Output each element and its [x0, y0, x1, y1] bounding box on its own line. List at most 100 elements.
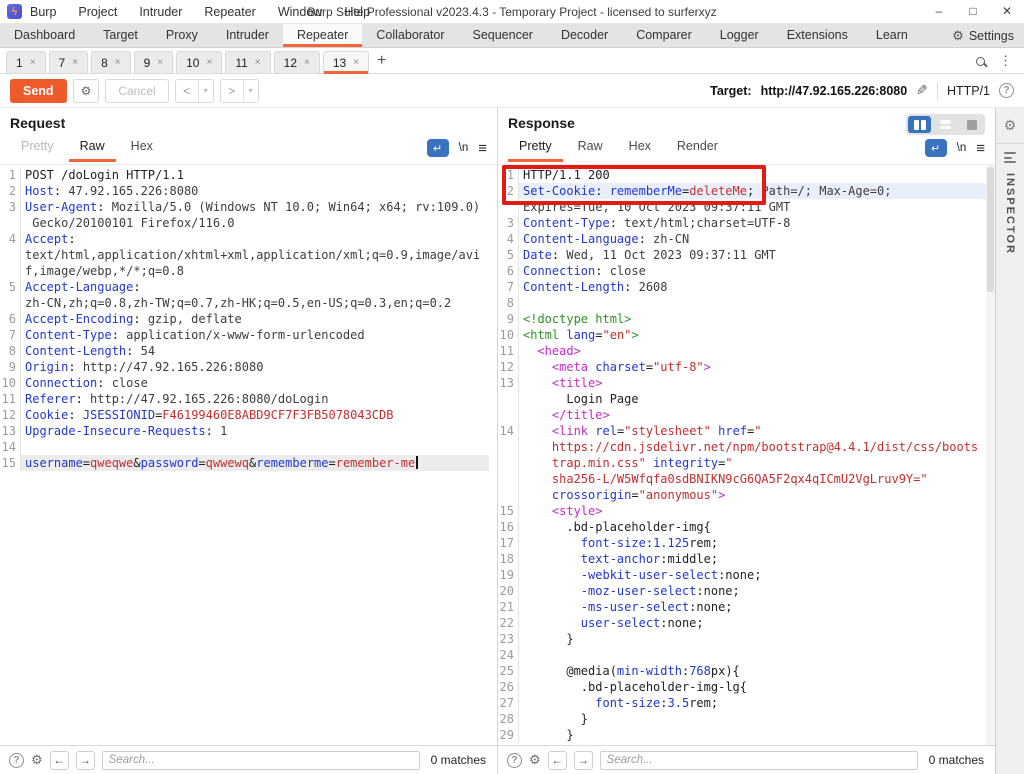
line-number: 13 [498, 375, 519, 391]
next-match-button[interactable]: → [76, 751, 95, 770]
line-number: 18 [498, 551, 519, 567]
gear-icon[interactable]: ⚙ [1004, 117, 1017, 134]
session-bar-actions: ⋮ [976, 53, 1024, 73]
line-number [498, 391, 519, 407]
nav-tab-collaborator[interactable]: Collaborator [362, 24, 458, 47]
word-wrap-toggle[interactable]: ↵ [427, 139, 449, 157]
nav-tab-proxy[interactable]: Proxy [152, 24, 212, 47]
help-icon[interactable]: ? [507, 753, 522, 768]
repeater-tab-12[interactable]: 12 × [274, 51, 320, 73]
close-tab-icon[interactable]: × [304, 57, 310, 68]
nav-tab-comparer[interactable]: Comparer [622, 24, 706, 47]
response-editor[interactable]: 1HTTP/1.1 2002Set-Cookie: rememberMe=del… [498, 165, 995, 745]
nav-tab-target[interactable]: Target [89, 24, 152, 47]
close-tab-icon[interactable]: × [30, 57, 36, 68]
add-tab-button[interactable]: + [377, 51, 386, 71]
close-button[interactable]: ✕ [990, 0, 1024, 23]
request-tab-raw[interactable]: Raw [69, 137, 116, 162]
line-number: 5 [0, 279, 21, 295]
nav-tab-extensions[interactable]: Extensions [773, 24, 862, 47]
single-layout-button[interactable] [960, 116, 983, 133]
nav-tab-intruder[interactable]: Intruder [212, 24, 283, 47]
search-settings-gear-icon[interactable]: ⚙ [31, 752, 43, 768]
menu-help[interactable]: Help [344, 5, 370, 19]
show-newlines-toggle[interactable]: \n [459, 142, 469, 154]
close-tab-icon[interactable]: × [206, 57, 212, 68]
nav-tab-logger[interactable]: Logger [706, 24, 773, 47]
previous-match-button[interactable]: ← [50, 751, 69, 770]
menu-repeater[interactable]: Repeater [204, 5, 255, 19]
repeater-tab-7[interactable]: 7× [49, 51, 89, 73]
history-forward-dropdown[interactable]: ▾ [243, 80, 258, 102]
code-line: POST /doLogin HTTP/1.1 [21, 167, 489, 183]
history-forward-button[interactable]: > [221, 80, 243, 102]
code-row: zh-CN,zh;q=0.8,zh-TW;q=0.7,zh-HK;q=0.5,e… [0, 295, 497, 311]
repeater-content: Request PrettyRawHex ↵ \n ≡ 1POST /doLog… [0, 108, 1024, 774]
repeater-tab-10[interactable]: 10× [176, 51, 222, 73]
inspector-sidebar[interactable]: ⚙ INSPECTOR [995, 108, 1024, 774]
request-search-input[interactable] [102, 751, 420, 770]
settings-button[interactable]: ⚙ Settings [942, 24, 1024, 47]
close-tab-icon[interactable]: × [157, 57, 163, 68]
request-tab-hex[interactable]: Hex [120, 137, 164, 162]
code-row: 6Connection: close [498, 263, 995, 279]
close-tab-icon[interactable]: × [353, 57, 359, 68]
editor-menu-icon[interactable]: ≡ [478, 140, 487, 157]
nav-tab-dashboard[interactable]: Dashboard [0, 24, 89, 47]
response-tab-render[interactable]: Render [666, 137, 729, 162]
code-row: Expires=Tue, 10 Oct 2023 09:37:11 GMT [498, 199, 995, 215]
nav-tab-sequencer[interactable]: Sequencer [458, 24, 546, 47]
send-settings-button[interactable]: ⚙ [73, 79, 100, 103]
close-tab-icon[interactable]: × [115, 57, 121, 68]
history-back-dropdown[interactable]: ▾ [198, 80, 213, 102]
editor-menu-icon[interactable]: ≡ [976, 140, 985, 157]
word-wrap-toggle[interactable]: ↵ [925, 139, 947, 157]
previous-match-button[interactable]: ← [548, 751, 567, 770]
show-newlines-toggle[interactable]: \n [957, 142, 967, 154]
menu-window[interactable]: Window [278, 5, 322, 19]
search-settings-gear-icon[interactable]: ⚙ [529, 752, 541, 768]
inspector-panel-icon[interactable] [1004, 152, 1016, 163]
rows-layout-button[interactable] [934, 116, 957, 133]
response-scrollbar[interactable] [986, 165, 995, 745]
maximize-button[interactable]: □ [956, 0, 990, 23]
close-tab-icon[interactable]: × [255, 57, 261, 68]
next-match-button[interactable]: → [574, 751, 593, 770]
request-editor[interactable]: 1POST /doLogin HTTP/1.12Host: 47.92.165.… [0, 165, 497, 745]
inspector-label[interactable]: INSPECTOR [1004, 173, 1016, 255]
menu-project[interactable]: Project [78, 5, 117, 19]
cancel-button[interactable]: Cancel [105, 79, 168, 103]
columns-layout-button[interactable] [908, 116, 931, 133]
target-area: Target: http://47.92.165.226:8080 ✎ HTTP… [710, 82, 1014, 100]
response-tab-raw[interactable]: Raw [567, 137, 614, 162]
nav-tab-repeater[interactable]: Repeater [283, 24, 362, 47]
menu-burp[interactable]: Burp [30, 5, 56, 19]
help-icon[interactable]: ? [9, 753, 24, 768]
repeater-tab-1[interactable]: 1× [6, 51, 46, 73]
nav-tab-learn[interactable]: Learn [862, 24, 922, 47]
code-row: 2Host: 47.92.165.226:8080 [0, 183, 497, 199]
scrollbar-thumb[interactable] [987, 167, 994, 292]
response-tab-pretty[interactable]: Pretty [508, 137, 563, 162]
history-back-button[interactable]: < [176, 80, 198, 102]
request-panel: Request PrettyRawHex ↵ \n ≡ 1POST /doLog… [0, 108, 497, 774]
request-tab-pretty[interactable]: Pretty [10, 137, 65, 162]
repeater-tab-13[interactable]: 13× [323, 51, 369, 73]
nav-tab-decoder[interactable]: Decoder [547, 24, 622, 47]
help-icon[interactable]: ? [999, 83, 1014, 98]
send-button[interactable]: Send [10, 79, 67, 103]
repeater-tab-9[interactable]: 9× [134, 51, 174, 73]
repeater-tab-11[interactable]: 11× [225, 51, 270, 73]
code-row: 2Set-Cookie: rememberMe=deleteMe; Path=/… [498, 183, 995, 199]
repeater-tab-8[interactable]: 8× [91, 51, 131, 73]
response-view-tabs: PrettyRawHexRender [508, 137, 985, 162]
search-icon[interactable] [976, 57, 985, 66]
tab-label: 12 [284, 56, 297, 70]
edit-target-icon[interactable]: ✎ [916, 82, 928, 99]
close-tab-icon[interactable]: × [72, 57, 78, 68]
response-tab-hex[interactable]: Hex [618, 137, 662, 162]
more-options-icon[interactable]: ⋮ [999, 53, 1012, 69]
menu-intruder[interactable]: Intruder [139, 5, 182, 19]
response-search-input[interactable] [600, 751, 918, 770]
minimize-button[interactable]: – [922, 0, 956, 23]
